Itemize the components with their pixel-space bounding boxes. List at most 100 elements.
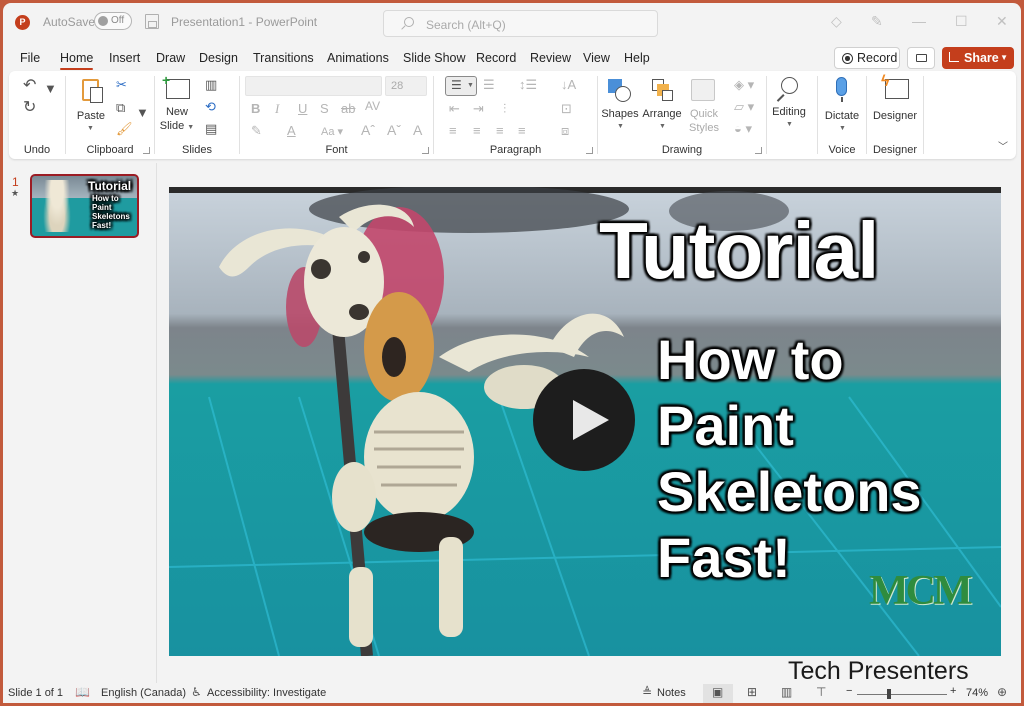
save-icon[interactable] — [145, 14, 159, 29]
quick-styles-button[interactable]: Quick Styles — [686, 75, 722, 137]
align-right-icon[interactable]: ≡ — [496, 123, 504, 138]
tab-help[interactable]: Help — [624, 51, 650, 65]
tab-draw[interactable]: Draw — [156, 51, 185, 65]
dictate-button[interactable]: Dictate ▼ — [820, 75, 864, 137]
accessibility-icon[interactable]: ♿ — [191, 685, 202, 699]
increase-indent-icon[interactable]: ⇥ — [473, 101, 484, 117]
collapse-ribbon-icon[interactable]: ﹀ — [998, 138, 1008, 153]
change-case-icon[interactable]: Aa ▾ — [321, 125, 343, 138]
close-icon[interactable]: ✕ — [996, 13, 1008, 30]
designer-button[interactable]: ϟ Designer — [869, 73, 921, 137]
align-left-icon[interactable]: ≡ — [449, 123, 457, 138]
record-button[interactable]: Record — [834, 47, 900, 69]
language-indicator[interactable]: English (Canada) — [101, 687, 186, 699]
autosave-toggle[interactable]: Off — [94, 12, 132, 30]
undo-icon[interactable]: ↶ — [23, 75, 36, 95]
share-button[interactable]: Share ▼ — [942, 47, 1014, 69]
bullets-button[interactable]: ☰ ▼ — [445, 76, 477, 96]
columns-icon[interactable]: ⫶ — [503, 101, 506, 117]
tab-slide-show[interactable]: Slide Show — [403, 51, 466, 65]
arrange-button[interactable]: Arrange ▼ — [642, 75, 682, 137]
zoom-in-button[interactable]: + — [950, 685, 956, 697]
paste-button[interactable]: Paste ▼ — [74, 75, 108, 135]
underline-button[interactable]: U — [298, 101, 307, 116]
chevron-down-icon[interactable]: ▼ — [44, 81, 57, 96]
chevron-down-icon[interactable]: ▼ — [1000, 47, 1008, 69]
notes-button[interactable]: Notes — [657, 687, 686, 699]
dialog-launcher-icon[interactable] — [422, 147, 429, 154]
highlight-icon[interactable]: ✎ — [251, 123, 262, 139]
play-button[interactable] — [533, 369, 635, 471]
chevron-down-icon[interactable]: ▼ — [136, 105, 149, 120]
clear-formatting-icon[interactable]: A — [413, 122, 422, 138]
zoom-slider[interactable] — [857, 694, 947, 695]
reset-icon[interactable]: ⟲ — [205, 99, 216, 115]
section-icon[interactable]: ▤ — [205, 121, 217, 137]
search-input[interactable]: Search (Alt+Q) — [383, 10, 658, 37]
slide-title[interactable]: Tutorial — [599, 205, 879, 297]
tab-record[interactable]: Record — [476, 51, 516, 65]
tab-file[interactable]: File — [20, 51, 40, 65]
minimize-icon[interactable]: — — [912, 13, 926, 29]
editing-button[interactable]: Editing ▼ — [767, 75, 811, 137]
slide-subtitle[interactable]: How to Paint Skeletons Fast! — [657, 327, 922, 591]
shadow-button[interactable]: S — [320, 101, 329, 116]
tab-insert[interactable]: Insert — [109, 51, 140, 65]
smartart-icon[interactable]: ⧈ — [561, 123, 569, 139]
slide-thumbnail[interactable]: Tutorial How to Paint Skeletons Fast! — [30, 174, 139, 238]
layout-icon[interactable]: ▥ — [205, 77, 217, 93]
tab-design[interactable]: Design — [199, 51, 238, 65]
shape-fill-icon[interactable]: ◈ ▾ — [734, 77, 754, 93]
shape-outline-icon[interactable]: ▱ ▾ — [734, 99, 754, 115]
notes-icon[interactable]: ≜ — [642, 685, 652, 699]
chevron-down-icon: ▼ — [617, 123, 624, 130]
tab-transitions[interactable]: Transitions — [253, 51, 314, 65]
zoom-out-button[interactable]: − — [846, 685, 852, 697]
normal-view-button[interactable]: ▣ — [703, 684, 733, 703]
shapes-button[interactable]: Shapes ▼ — [601, 75, 639, 137]
tab-animations[interactable]: Animations — [327, 51, 389, 65]
dialog-launcher-icon[interactable] — [143, 147, 150, 154]
new-slide-button[interactable]: + New Slide ▼ — [159, 73, 195, 135]
comments-button[interactable] — [907, 47, 935, 69]
slide-show-icon[interactable]: ⊤ — [816, 685, 826, 699]
slide-footer-text[interactable]: Tech Presenters — [788, 657, 969, 686]
font-color-icon[interactable]: A — [287, 123, 296, 138]
italic-button[interactable]: I — [275, 101, 279, 117]
align-center-icon[interactable]: ≡ — [473, 123, 481, 138]
character-spacing-button[interactable]: AV — [365, 99, 380, 113]
tab-review[interactable]: Review — [530, 51, 571, 65]
numbering-icon[interactable]: ☰ — [483, 77, 495, 93]
dialog-launcher-icon[interactable] — [755, 147, 762, 154]
copy-icon[interactable]: ⧉ — [116, 100, 125, 116]
increase-font-icon[interactable]: Aˆ — [361, 122, 375, 138]
cut-icon[interactable]: ✂ — [116, 77, 127, 93]
accessibility-status[interactable]: Accessibility: Investigate — [207, 687, 326, 699]
redo-icon[interactable]: ↻ — [23, 97, 36, 117]
dialog-launcher-icon[interactable] — [586, 147, 593, 154]
font-size-input[interactable]: 28 — [385, 76, 427, 96]
tab-home[interactable]: Home — [60, 51, 94, 70]
slide-canvas[interactable]: Tutorial How to Paint Skeletons Fast! MC… — [169, 187, 1001, 656]
maximize-icon[interactable]: ☐ — [955, 13, 968, 30]
font-name-input[interactable] — [245, 76, 382, 96]
pen-icon[interactable]: ✎ — [871, 13, 883, 30]
bold-button[interactable]: B — [251, 101, 260, 116]
strikethrough-button[interactable]: ab — [341, 101, 355, 116]
fit-to-window-icon[interactable]: ⊕ — [997, 685, 1007, 699]
reading-view-icon[interactable]: ▥ — [781, 685, 792, 699]
shape-effects-icon[interactable]: ◒ ▾ — [734, 121, 752, 137]
tab-view[interactable]: View — [583, 51, 610, 65]
text-direction-icon[interactable]: ↓A — [561, 77, 576, 92]
diamond-icon[interactable]: ◇ — [831, 13, 842, 30]
slide-sorter-icon[interactable]: ⊞ — [747, 685, 757, 699]
zoom-slider-thumb[interactable] — [887, 689, 891, 699]
format-painter-icon[interactable]: 🖌 — [116, 121, 133, 137]
align-text-icon[interactable]: ⊡ — [561, 101, 572, 117]
line-spacing-icon[interactable]: ↕☰ — [519, 77, 537, 93]
spelling-icon[interactable]: 📖 — [75, 685, 90, 699]
zoom-percent[interactable]: 74% — [966, 687, 988, 699]
justify-icon[interactable]: ≡ — [518, 123, 526, 138]
decrease-indent-icon[interactable]: ⇤ — [449, 101, 460, 117]
decrease-font-icon[interactable]: Aˇ — [387, 122, 401, 138]
